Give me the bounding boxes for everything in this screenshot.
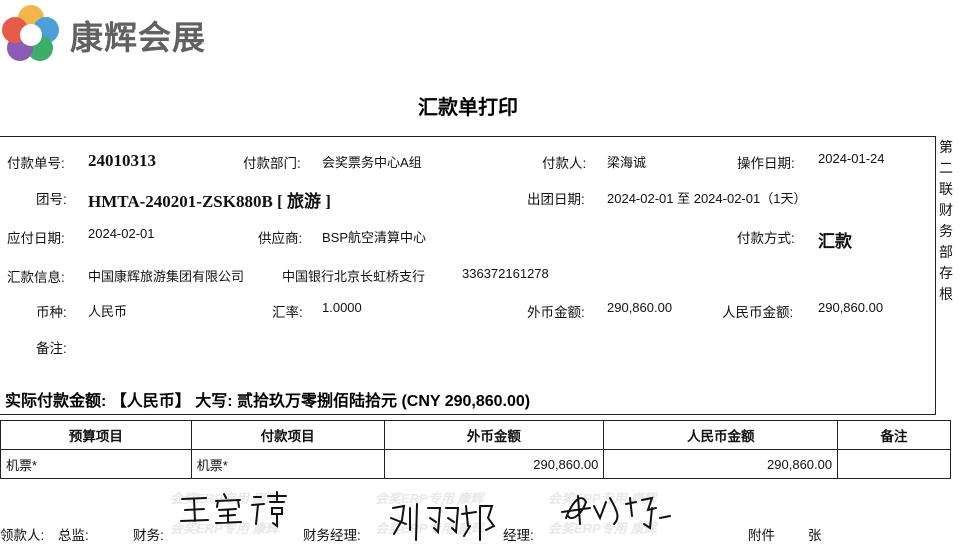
rmb-amount-value: 290,860.00 bbox=[818, 300, 884, 315]
col-header-note: 备注 bbox=[837, 420, 951, 450]
attachment-label: 附件 bbox=[748, 528, 775, 543]
remit-info-label: 汇款信息: bbox=[7, 270, 65, 285]
remit-account: 336372161278 bbox=[462, 266, 549, 281]
remit-bank: 中国银行北京长虹桥支行 bbox=[282, 269, 426, 284]
cell-note bbox=[837, 449, 951, 479]
due-date-label: 应付日期: bbox=[7, 231, 65, 246]
attachment-unit: 张 bbox=[808, 528, 822, 543]
pay-method-value: 汇款 bbox=[818, 232, 852, 251]
logo-flower-icon bbox=[2, 5, 59, 61]
tour-date-value: 2024-02-01 至 2024-02-01（1天） bbox=[607, 191, 807, 206]
copy-note: 第 二 联 财 务 部 存 根 bbox=[937, 137, 955, 305]
copy-note-char: 部 bbox=[939, 244, 953, 260]
payer-label: 付款人: bbox=[542, 156, 587, 171]
group-value: HMTA-240201-ZSK880B [ 旅游 ] bbox=[88, 192, 331, 211]
rate-value: 1.0000 bbox=[322, 300, 362, 315]
supplier-label: 供应商: bbox=[258, 231, 303, 246]
col-header-budget: 预算项目 bbox=[0, 420, 192, 450]
col-header-pay-item: 付款项目 bbox=[190, 420, 385, 450]
col-header-rmb: 人民币金额 bbox=[603, 420, 839, 450]
copy-note-char: 根 bbox=[939, 286, 953, 302]
currency-value: 人民币 bbox=[88, 304, 128, 319]
copy-note-char: 财 bbox=[939, 202, 953, 218]
receiver-label: 领款人: bbox=[0, 528, 45, 543]
cell-pay-item: 机票* bbox=[190, 449, 385, 479]
rate-label: 汇率: bbox=[272, 305, 303, 320]
signature-image bbox=[390, 503, 496, 541]
currency-label: 币种: bbox=[36, 305, 67, 320]
pay-no-value: 24010313 bbox=[88, 151, 156, 170]
cell-budget: 机票* bbox=[0, 449, 192, 479]
table-row: 机票* 机票* 290,860.00 290,860.00 bbox=[0, 449, 951, 479]
fx-amount-label: 外币金额: bbox=[527, 305, 585, 320]
actual-amount-line: 实际付款金额: 【人民币】 大写: 贰拾玖万零捌佰陆拾元 (CNY 290,86… bbox=[5, 393, 531, 410]
dept-label: 付款部门: bbox=[243, 156, 301, 171]
pay-no-label: 付款单号: bbox=[7, 156, 65, 171]
signature-image bbox=[180, 491, 287, 528]
copy-note-char: 二 bbox=[939, 160, 953, 176]
company-logo bbox=[0, 4, 62, 64]
op-date-label: 操作日期: bbox=[737, 156, 795, 171]
col-header-fx: 外币金额 bbox=[383, 420, 605, 450]
finance-manager-label: 财务经理: bbox=[303, 528, 361, 543]
supplier-value: BSP航空清算中心 bbox=[322, 230, 427, 245]
op-date-value: 2024-01-24 bbox=[818, 151, 885, 166]
copy-note-char: 联 bbox=[939, 181, 953, 197]
document-title: 汇款单打印 bbox=[418, 97, 518, 119]
tour-date-label: 出团日期: bbox=[527, 192, 585, 207]
items-table: 预算项目 付款项目 外币金额 人民币金额 备注 机票* 机票* 290,860.… bbox=[0, 420, 951, 479]
signature-image bbox=[561, 495, 671, 530]
copy-note-char: 存 bbox=[939, 265, 953, 281]
remit-company: 中国康辉旅游集团有限公司 bbox=[88, 269, 245, 284]
rmb-amount-label: 人民币金额: bbox=[722, 305, 794, 320]
copy-note-char: 第 bbox=[939, 139, 953, 155]
dept-value: 会奖票务中心A组 bbox=[322, 155, 422, 170]
director-label: 总监: bbox=[58, 528, 89, 543]
pay-method-label: 付款方式: bbox=[737, 231, 795, 246]
group-label: 团号: bbox=[36, 192, 67, 207]
finance-label: 财务: bbox=[133, 528, 164, 543]
logo-text: 康辉会展 bbox=[70, 18, 206, 57]
due-date-value: 2024-02-01 bbox=[88, 226, 155, 241]
cell-rmb: 290,860.00 bbox=[603, 449, 839, 479]
fx-amount-value: 290,860.00 bbox=[607, 300, 673, 315]
copy-note-char: 务 bbox=[939, 223, 953, 239]
payer-value: 梁海诚 bbox=[607, 155, 647, 170]
cell-fx: 290,860.00 bbox=[383, 449, 605, 479]
manager-label: 经理: bbox=[503, 528, 534, 543]
table-header-row: 预算项目 付款项目 外币金额 人民币金额 备注 bbox=[0, 420, 951, 450]
note-label: 备注: bbox=[36, 341, 67, 356]
